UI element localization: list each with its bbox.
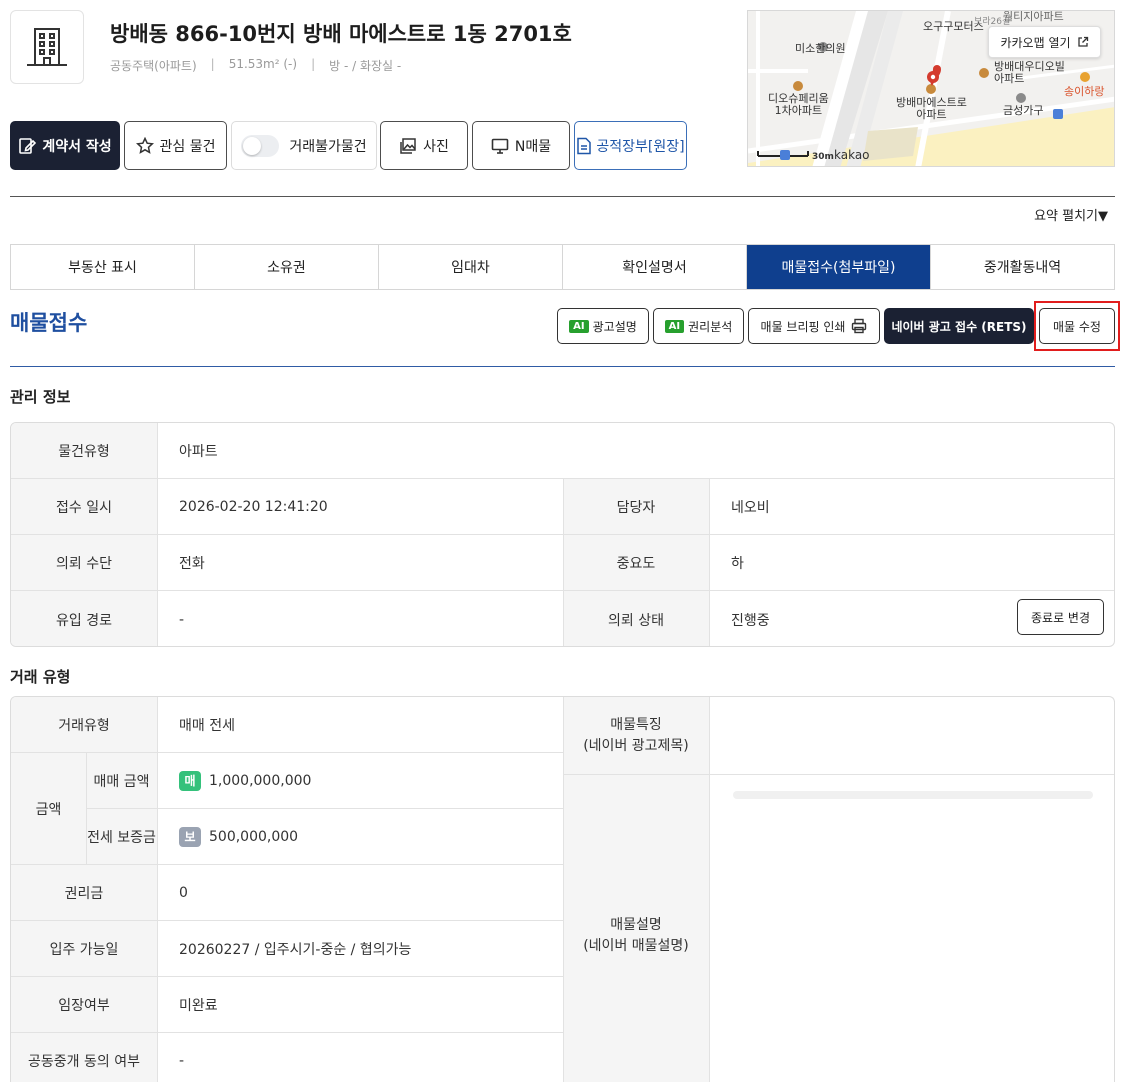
manager-label: 담당자 <box>563 479 709 535</box>
amount-label: 금액 <box>11 753 86 865</box>
description-label: 매물설명 (네이버 매물설명) <box>563 775 709 1082</box>
ai-badge: AI <box>569 319 589 333</box>
map-label-songi: 송이하랑 <box>1064 85 1105 98</box>
priority-label: 중요도 <box>563 535 709 591</box>
method-label: 의뢰 수단 <box>11 535 157 591</box>
deal-table: 거래유형 매매 전세 금액 매매 금액 매 1,000,000,000 전세 보… <box>10 696 1115 1082</box>
highlight-box <box>1034 301 1120 351</box>
deal-type-value: 매매 전세 <box>157 697 563 753</box>
tab-bar: 부동산 표시 소유권 임대차 확인설명서 매물접수(첨부파일) 중개활동내역 <box>10 244 1115 290</box>
ai-rights-analysis-button[interactable]: AI 권리분석 <box>653 308 744 344</box>
divider <box>10 366 1115 367</box>
description-value[interactable] <box>709 775 1114 1082</box>
ai-badge: AI <box>664 319 685 333</box>
nlisting-button[interactable]: N매물 <box>472 121 570 170</box>
ai-ad-description-button[interactable]: AI 광고설명 <box>557 308 649 344</box>
map-label-clinic: 미소한의원 <box>795 42 846 55</box>
monitor-icon <box>491 138 509 154</box>
change-to-closed-button[interactable]: 종료로 변경 <box>1017 599 1104 635</box>
premium-label: 권리금 <box>11 865 157 921</box>
property-rooms: 방 - / 화장실 - <box>329 59 402 73</box>
section-title: 매물접수 <box>10 311 88 335</box>
deal-type-label: 거래유형 <box>11 697 157 753</box>
tab-ownership[interactable]: 소유권 <box>195 245 379 289</box>
feature-label: 매물특징 (네이버 광고제목) <box>563 697 709 775</box>
divider <box>86 753 87 865</box>
map-label-maestro: 방배마에스트로 아파트 <box>896 96 967 121</box>
photo-button[interactable]: 사진 <box>380 121 468 170</box>
star-icon <box>135 136 154 154</box>
route-value: - <box>179 611 185 628</box>
map-scale: 30m <box>812 152 834 162</box>
deal-heading: 거래 유형 <box>10 668 71 686</box>
property-subinfo: 공동주택(아파트) | 51.53m² (-) | 방 - / 화장실 - <box>110 57 401 74</box>
manager-value: 네오비 <box>709 479 1114 535</box>
movein-label: 입주 가능일 <box>11 921 157 977</box>
tab-activity[interactable]: 중개활동내역 <box>931 245 1114 289</box>
sale-price-label: 매매 금액 <box>86 753 157 809</box>
management-table: 물건유형 아파트 접수 일시 2026-02-20 12:41:20 담당자 네… <box>10 422 1115 647</box>
ledger-button[interactable]: 공적장부[원장] <box>574 121 687 170</box>
divider <box>563 479 564 646</box>
tab-lease[interactable]: 임대차 <box>379 245 563 289</box>
map-label-daewoo: 방배대우디오빌 아파트 <box>994 60 1065 85</box>
location-map[interactable]: 미소한의원 오구구모터스 월티지아파트 보라26길 디오슈페리움 1차아파트 방… <box>747 10 1115 167</box>
deposit-value: 보 500,000,000 <box>157 809 563 865</box>
printer-icon <box>852 318 867 334</box>
divider <box>709 479 710 646</box>
divider <box>157 423 158 646</box>
feature-value[interactable] <box>709 697 1114 775</box>
print-briefing-button[interactable]: 매물 브리핑 인쇄 <box>748 308 880 344</box>
building-icon <box>10 10 84 84</box>
tab-listing-intake[interactable]: 매물접수(첨부파일) <box>747 245 931 289</box>
divider <box>709 697 710 1082</box>
divider <box>10 196 1115 197</box>
property-area: 51.53m² (-) <box>228 57 298 71</box>
gallery-icon <box>400 137 416 154</box>
map-label-dio: 디오슈페리움 1차아파트 <box>768 92 829 117</box>
property-type: 공동주택(아파트) <box>110 59 197 73</box>
map-brand: kakao <box>834 148 870 162</box>
separator: | <box>210 57 215 71</box>
priority-value: 하 <box>709 535 1114 591</box>
deposit-label: 전세 보증금 <box>86 809 157 865</box>
site-visit-value: 미완료 <box>157 977 563 1033</box>
loading-placeholder <box>733 791 1093 799</box>
movein-value: 20260227 / 입주시기-중순 / 협의가능 <box>157 921 563 977</box>
tab-confirmation[interactable]: 확인설명서 <box>563 245 747 289</box>
type-value: 아파트 <box>157 423 1114 479</box>
sale-price-value: 매 1,000,000,000 <box>157 753 563 809</box>
type-label: 물건유형 <box>11 423 157 479</box>
deposit-chip: 보 <box>179 826 201 847</box>
coop-label: 공동중개 동의 여부 <box>11 1033 157 1082</box>
date-value: 2026-02-20 12:41:20 <box>157 479 563 535</box>
map-label-geumseong: 금성가구 <box>1003 104 1044 117</box>
divider <box>157 697 158 1082</box>
sale-chip: 매 <box>179 770 201 791</box>
site-visit-label: 임장여부 <box>11 977 157 1033</box>
contract-button[interactable]: 계약서 작성 <box>10 121 120 170</box>
method-value: 전화 <box>157 535 563 591</box>
coop-value: - <box>157 1033 563 1082</box>
management-heading: 관리 정보 <box>10 388 71 406</box>
toggle-switch[interactable] <box>241 134 280 157</box>
tab-property[interactable]: 부동산 표시 <box>11 245 195 289</box>
untradeable-toggle[interactable]: 거래불가물건 <box>231 121 377 170</box>
route-label: 유입 경로 <box>11 591 157 646</box>
summary-toggle[interactable]: 요약 펼치기▼ <box>1034 205 1108 224</box>
map-label-top1: 월티지아파트 <box>1003 10 1064 23</box>
external-link-icon <box>1077 36 1088 47</box>
page-title: 방배동 866-10번지 방배 마에스트로 1동 2701호 <box>110 22 572 46</box>
contract-edit-icon <box>19 137 37 154</box>
document-icon <box>577 137 592 154</box>
date-label: 접수 일시 <box>11 479 157 535</box>
premium-value: 0 <box>157 865 563 921</box>
open-kakaomap-button[interactable]: 카카오맵 열기 <box>988 26 1101 58</box>
favorite-button[interactable]: 관심 물건 <box>124 121 227 170</box>
separator: | <box>311 57 316 71</box>
status-label: 의뢰 상태 <box>563 591 709 646</box>
naver-rets-button[interactable]: 네이버 광고 접수 (RETS) <box>884 308 1034 344</box>
divider <box>563 697 564 1082</box>
